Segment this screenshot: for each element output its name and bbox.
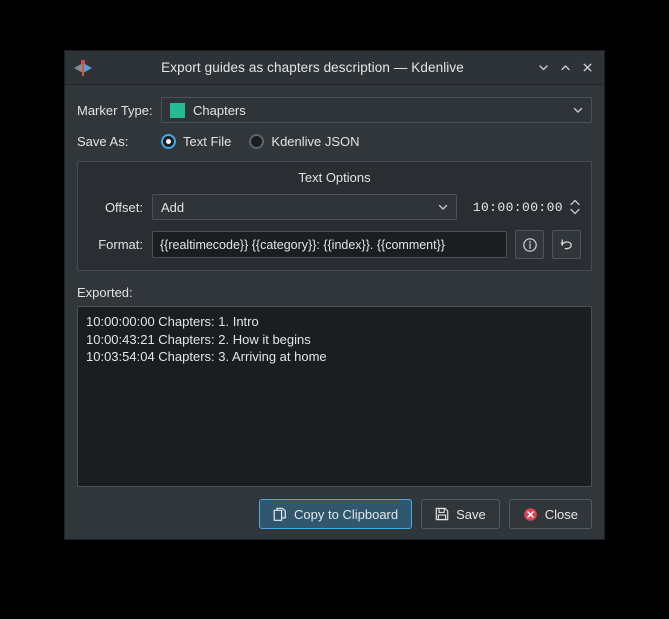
format-row: Format: {{realtimecode}} {{category}}: {… bbox=[88, 230, 581, 259]
exported-line: 10:03:54:04 Chapters: 3. Arriving at hom… bbox=[86, 348, 583, 366]
copy-to-clipboard-label: Copy to Clipboard bbox=[294, 507, 398, 522]
marker-type-combobox[interactable]: Chapters bbox=[161, 97, 592, 123]
timecode-spinner[interactable] bbox=[569, 199, 581, 215]
chevron-down-icon bbox=[537, 61, 550, 74]
marker-type-row: Marker Type: Chapters bbox=[77, 97, 592, 123]
offset-combobox[interactable]: Add bbox=[152, 194, 457, 220]
format-reset-button[interactable] bbox=[552, 230, 581, 259]
save-as-row: Save As: Text File Kdenlive JSON bbox=[77, 134, 592, 149]
radio-text-file[interactable]: Text File bbox=[161, 134, 231, 149]
marker-type-label: Marker Type: bbox=[77, 103, 161, 118]
offset-timecode-spinbox[interactable]: 10:00:00:00 bbox=[473, 199, 581, 215]
radio-indicator-unselected bbox=[249, 134, 264, 149]
title-bar[interactable]: Export guides as chapters description — … bbox=[65, 51, 604, 85]
offset-value: Add bbox=[161, 200, 436, 215]
exported-line: 10:00:43:21 Chapters: 2. How it begins bbox=[86, 331, 583, 349]
clipboard-copy-icon bbox=[273, 507, 287, 522]
save-as-label: Save As: bbox=[77, 134, 161, 149]
save-button[interactable]: Save bbox=[421, 499, 500, 529]
export-guides-dialog: Export guides as chapters description — … bbox=[64, 50, 605, 540]
marker-type-value: Chapters bbox=[193, 103, 571, 118]
offset-label: Offset: bbox=[88, 200, 152, 215]
dialog-body: Marker Type: Chapters Save As: Text File bbox=[65, 85, 604, 539]
chevron-down-icon bbox=[436, 200, 450, 214]
maximize-button[interactable] bbox=[554, 57, 576, 79]
offset-row: Offset: Add 10:00:00:00 bbox=[88, 194, 581, 220]
radio-kdenlive-json-label: Kdenlive JSON bbox=[271, 134, 359, 149]
close-circle-icon bbox=[523, 507, 538, 522]
chevron-down-icon bbox=[571, 103, 585, 117]
exported-textarea[interactable]: 10:00:00:00 Chapters: 1. Intro 10:00:43:… bbox=[77, 306, 592, 487]
chevron-up-icon bbox=[559, 61, 572, 74]
minimize-button[interactable] bbox=[532, 57, 554, 79]
marker-color-swatch bbox=[170, 103, 185, 118]
close-button-label: Close bbox=[545, 507, 578, 522]
close-window-button[interactable] bbox=[576, 57, 598, 79]
window-title: Export guides as chapters description — … bbox=[93, 60, 532, 75]
text-options-title: Text Options bbox=[88, 170, 581, 185]
info-icon bbox=[522, 237, 538, 253]
dialog-button-box: Copy to Clipboard Save bbox=[77, 499, 592, 529]
close-button[interactable]: Close bbox=[509, 499, 592, 529]
kdenlive-icon bbox=[73, 58, 93, 78]
text-options-group: Text Options Offset: Add 10:00:00:00 bbox=[77, 161, 592, 271]
radio-indicator-selected bbox=[161, 134, 176, 149]
format-input[interactable]: {{realtimecode}} {{category}}: {{index}}… bbox=[152, 231, 507, 258]
offset-timecode-value: 10:00:00:00 bbox=[473, 200, 563, 215]
chevron-down-icon bbox=[569, 208, 581, 215]
radio-kdenlive-json[interactable]: Kdenlive JSON bbox=[249, 134, 359, 149]
close-x-icon bbox=[581, 61, 594, 74]
format-label: Format: bbox=[88, 237, 152, 252]
save-button-label: Save bbox=[456, 507, 486, 522]
exported-line: 10:00:00:00 Chapters: 1. Intro bbox=[86, 313, 583, 331]
floppy-save-icon bbox=[435, 507, 449, 521]
chevron-up-icon bbox=[569, 199, 581, 206]
reset-arrow-icon bbox=[559, 237, 575, 253]
exported-label: Exported: bbox=[77, 285, 592, 300]
copy-to-clipboard-button[interactable]: Copy to Clipboard bbox=[259, 499, 412, 529]
radio-text-file-label: Text File bbox=[183, 134, 231, 149]
format-info-button[interactable] bbox=[515, 230, 544, 259]
